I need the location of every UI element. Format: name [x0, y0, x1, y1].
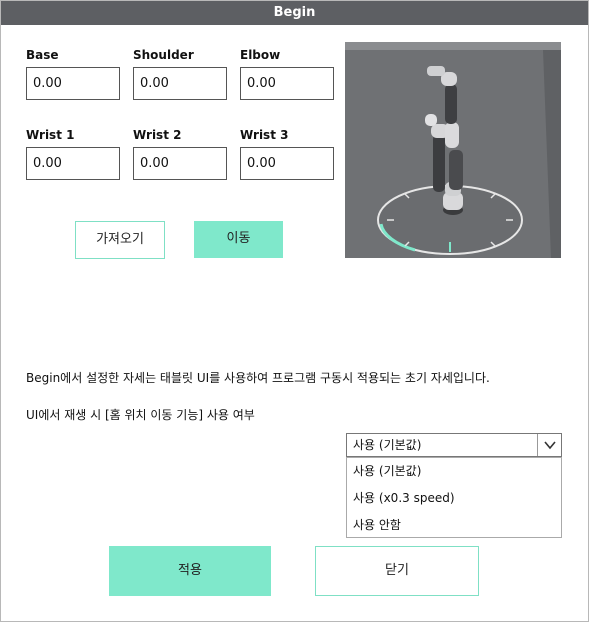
robot-arm-icon [345, 42, 561, 258]
close-button[interactable]: 닫기 [315, 546, 479, 596]
elbow-label: Elbow [240, 48, 281, 62]
shoulder-input[interactable] [133, 67, 227, 100]
apply-button[interactable]: 적용 [109, 546, 271, 596]
fetch-button[interactable]: 가져오기 [75, 221, 165, 259]
begin-description: Begin에서 설정한 자세는 태블릿 UI를 사용하여 프로그램 구동시 적용… [26, 371, 490, 385]
dialog-title: Begin [1, 1, 588, 25]
move-button[interactable]: 이동 [194, 221, 283, 258]
shoulder-label: Shoulder [133, 48, 194, 62]
chevron-down-icon[interactable] [537, 434, 561, 456]
wrist3-label: Wrist 3 [240, 128, 289, 142]
wrist1-label: Wrist 1 [26, 128, 75, 142]
elbow-input[interactable] [240, 67, 334, 100]
home-move-selected: 사용 (기본값) [353, 438, 422, 452]
dropdown-option-disabled[interactable]: 사용 안함 [347, 512, 561, 539]
dropdown-option-default[interactable]: 사용 (기본값) [347, 458, 561, 485]
home-move-label: UI에서 재생 시 [홈 위치 이동 기능] 사용 여부 [26, 408, 255, 422]
wrist1-input[interactable] [26, 147, 120, 180]
wrist2-label: Wrist 2 [133, 128, 182, 142]
wrist3-input[interactable] [240, 147, 334, 180]
base-label: Base [26, 48, 59, 62]
dropdown-option-slow[interactable]: 사용 (x0.3 speed) [347, 485, 561, 512]
wrist2-input[interactable] [133, 147, 227, 180]
home-move-dropdown: 사용 (기본값) 사용 (x0.3 speed) 사용 안함 [346, 457, 562, 538]
robot-3d-viewport[interactable] [345, 42, 561, 258]
base-input[interactable] [26, 67, 120, 100]
home-move-select[interactable]: 사용 (기본값) [346, 433, 562, 457]
begin-dialog: Begin Base Shoulder Elbow Wrist 1 Wrist … [0, 0, 589, 622]
